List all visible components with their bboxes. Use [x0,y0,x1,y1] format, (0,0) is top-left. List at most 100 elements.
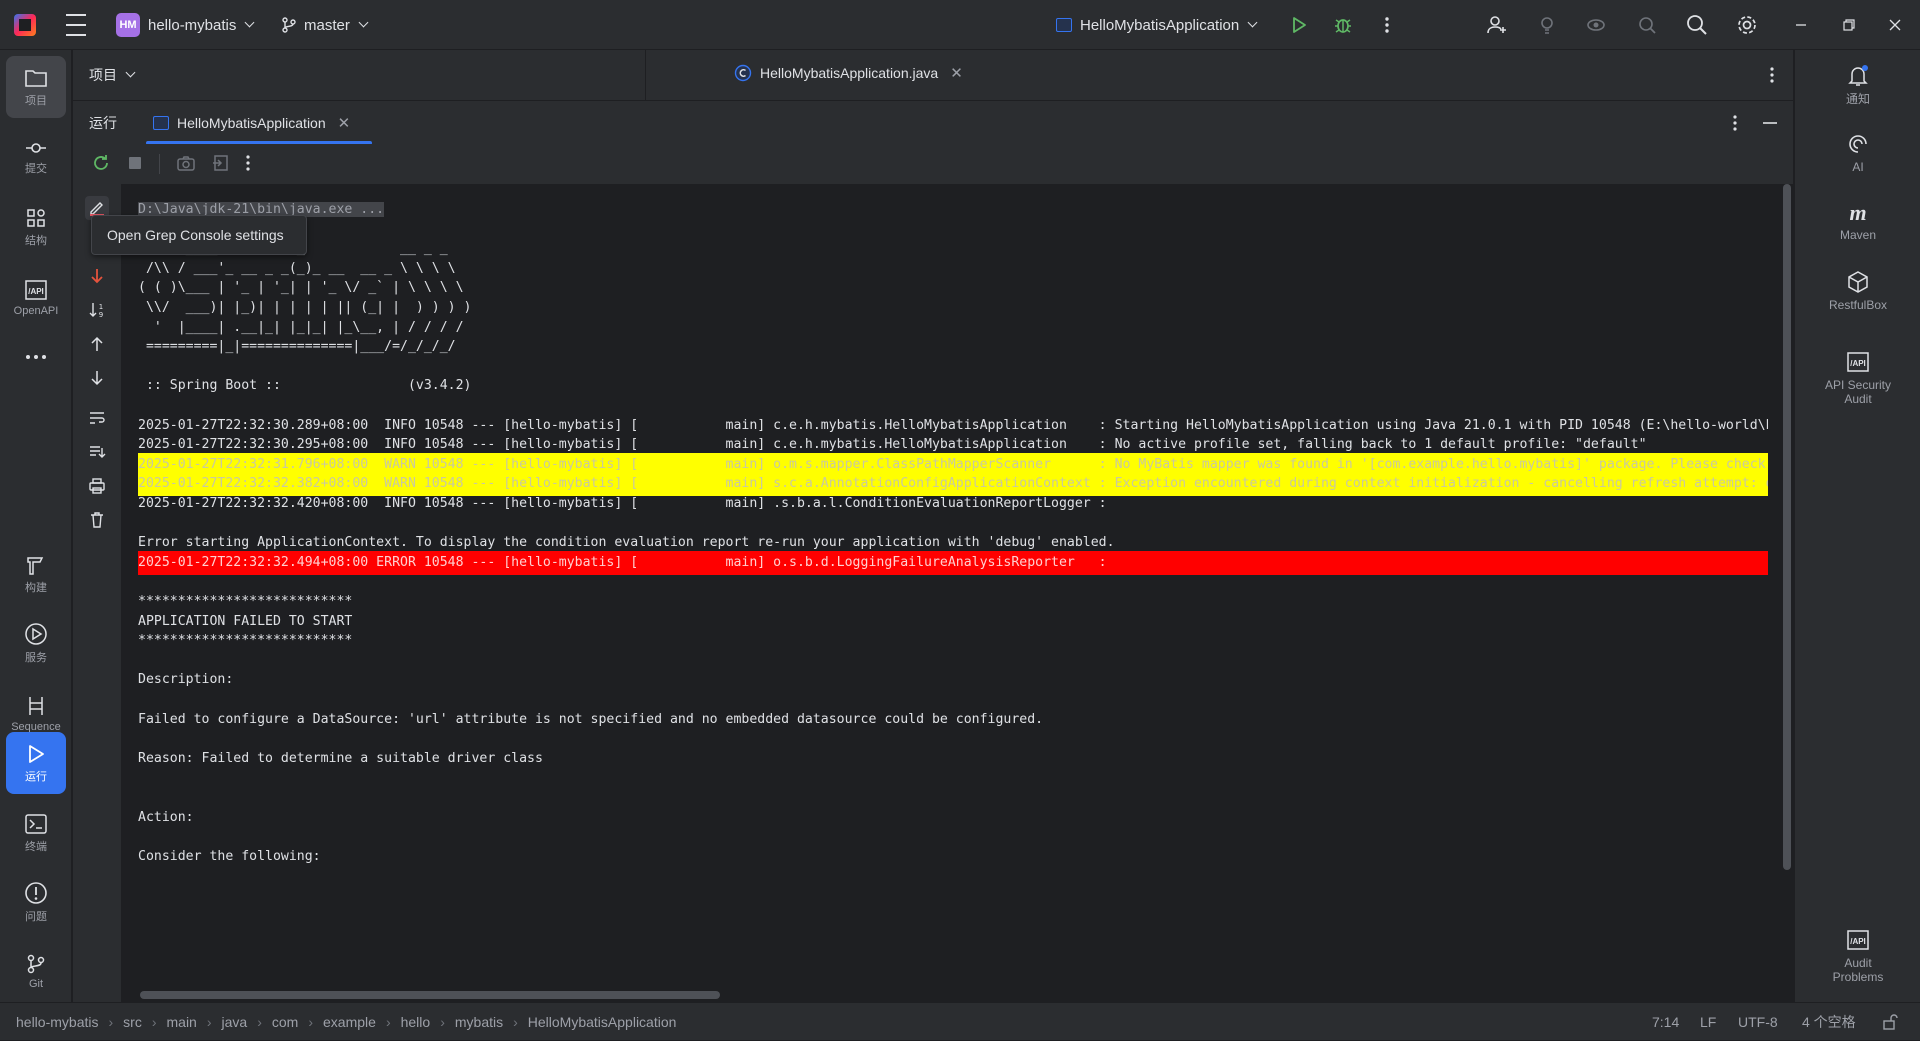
settings-button[interactable] [1734,12,1760,38]
sidebar-item-terminal[interactable]: 终端 [6,802,66,864]
play-icon [1293,17,1306,33]
sidebar-item-build[interactable]: 构建 [6,543,66,605]
sort-icon: 19 [89,303,103,319]
close-icon[interactable]: ✕ [950,64,963,82]
console-line-text: \\/ ___)| |_)| | | | | || (_| | ) ) ) ) [138,300,472,315]
breadcrumb-item[interactable]: HelloMybatisApplication [528,1014,677,1030]
breadcrumb-separator-icon: › [440,1014,445,1030]
breadcrumb-item[interactable]: hello [401,1014,431,1030]
intellij-logo-icon[interactable] [14,14,36,36]
line-ending[interactable]: LF [1700,1003,1716,1041]
arrow-down-red-icon [91,269,103,284]
console-vertical-scrollbar[interactable] [1783,184,1791,870]
sidebar-more-button[interactable] [6,336,66,380]
previous-occurrence-button[interactable] [85,332,109,356]
print-button[interactable] [85,474,109,498]
indent-setting[interactable]: 4 个空格 [1802,1003,1856,1041]
clear-all-button[interactable] [85,508,109,532]
exit-icon [213,154,228,171]
debug-button[interactable] [1330,12,1356,38]
watch-button[interactable] [1583,12,1609,38]
console-output[interactable]: D:\Java\jdk-21\bin\java.exe ... . ____ _… [121,184,1793,1002]
project-panel-header[interactable]: 项目 [73,50,645,100]
api-icon: /API [25,279,47,300]
breadcrumb-item[interactable]: com [272,1014,298,1030]
breadcrumb-separator-icon: › [513,1014,518,1030]
console-line-text: Failed to configure a DataSource: 'url' … [138,711,1044,727]
more-vertical-icon [246,154,250,171]
sidebar-item-openapi[interactable]: /API OpenAPI [6,266,66,328]
run-config-selector[interactable]: HelloMybatisApplication [1056,0,1258,50]
restore-button[interactable] [1836,12,1862,38]
dump-threads-button[interactable] [176,154,196,175]
arrow-down-icon [91,371,103,386]
sidebar-item-label: Git [28,977,44,990]
sidebar-item-restfulbox[interactable]: RestfulBox [1795,270,1920,312]
breadcrumb-item[interactable]: hello-mybatis [16,1014,98,1030]
breadcrumb-item[interactable]: src [123,1014,142,1030]
run-panel-header: 运行 HelloMybatisApplication ✕ [73,100,1793,145]
console-line-text: =========|_|==============|___/=/_/_/_/ [138,339,456,355]
run-panel-options-button[interactable] [1733,114,1737,135]
sidebar-item-problems[interactable]: 问题 [6,871,66,933]
sidebar-item-audit-problems[interactable]: /API Audit Problems [1795,928,1920,984]
run-button[interactable] [1286,12,1312,38]
sidebar-item-structure[interactable]: 结构 [6,196,66,258]
title-bar: HM hello-mybatis master HelloMybatisAppl… [0,0,1920,50]
console-horizontal-scrollbar[interactable] [140,991,720,999]
file-encoding[interactable]: UTF-8 [1738,1003,1778,1041]
branch-switcher[interactable]: master [280,0,369,50]
breadcrumb-item[interactable]: mybatis [455,1014,503,1030]
sort-button[interactable]: 19 [85,298,109,322]
breadcrumb-item[interactable]: example [323,1014,376,1030]
sidebar-item-project[interactable]: 项目 [6,56,66,118]
toolbar-more-button[interactable] [246,154,250,175]
soft-wrap-button[interactable] [85,406,109,430]
console-line-text: Description: [138,672,234,688]
camera-icon [177,155,195,171]
run-tab[interactable]: HelloMybatisApplication ✕ [143,101,360,145]
caret-position[interactable]: 7:14 [1652,1003,1679,1041]
exit-button[interactable] [212,154,230,175]
search-everywhere-button[interactable] [1684,12,1710,38]
close-window-button[interactable] [1882,12,1908,38]
stop-button[interactable] [127,155,143,174]
stop-icon [129,156,141,169]
search-plugin-button[interactable] [1634,12,1660,38]
breadcrumb-item[interactable]: main [167,1014,197,1030]
sidebar-item-commit[interactable]: 提交 [6,126,66,188]
more-actions-button[interactable] [1374,12,1400,38]
main-menu-button[interactable] [66,0,90,50]
breadcrumb-item[interactable]: java [222,1014,248,1030]
run-config-name: HelloMybatisApplication [1080,16,1240,34]
sidebar-item-api-security-audit[interactable]: /API API Security Audit [1795,350,1920,406]
sidebar-item-label: RestfulBox [1828,298,1888,312]
breadcrumb-separator-icon: › [308,1014,314,1030]
editor-tab-label: HelloMybatisApplication.java [760,65,939,81]
console-line-text: 2025-01-27T22:32:30.295+08:00 INFO 10548… [138,437,1647,453]
project-switcher[interactable]: HM hello-mybatis [116,0,255,50]
minimize-button[interactable] [1788,12,1814,38]
sidebar-item-git[interactable]: Git [6,940,66,1002]
sidebar-item-label: Maven [1839,228,1877,242]
sidebar-item-notifications[interactable]: 通知 [1795,64,1920,106]
scroll-to-end-button[interactable] [85,264,109,288]
scroll-to-end-toggle[interactable] [85,440,109,464]
sidebar-item-run[interactable]: 运行 [6,732,66,794]
rerun-button[interactable] [91,153,111,176]
next-occurrence-button[interactable] [85,366,109,390]
sidebar-item-services[interactable]: 服务 [6,612,66,674]
gear-icon [1738,16,1756,34]
editor-more-button[interactable] [1770,66,1774,87]
code-with-me-button[interactable] [1484,12,1510,38]
console-line-text: 2025-01-27T22:32:31.796+08:00 WARN 10548… [138,456,1768,472]
right-tool-window-bar: 通知 AI m Maven RestfulBox /API API Securi… [1794,50,1920,1002]
editor-tab[interactable]: HelloMybatisApplication.java ✕ [734,64,963,82]
console-line-text: Consider the following: [138,848,321,864]
close-icon[interactable]: ✕ [338,114,351,132]
sidebar-item-ai[interactable]: AI [1795,132,1920,174]
sidebar-item-maven[interactable]: m Maven [1795,200,1920,242]
lock-button[interactable] [1882,1003,1898,1041]
hide-panel-button[interactable] [1761,114,1779,135]
ai-assistant-button[interactable] [1534,12,1560,38]
